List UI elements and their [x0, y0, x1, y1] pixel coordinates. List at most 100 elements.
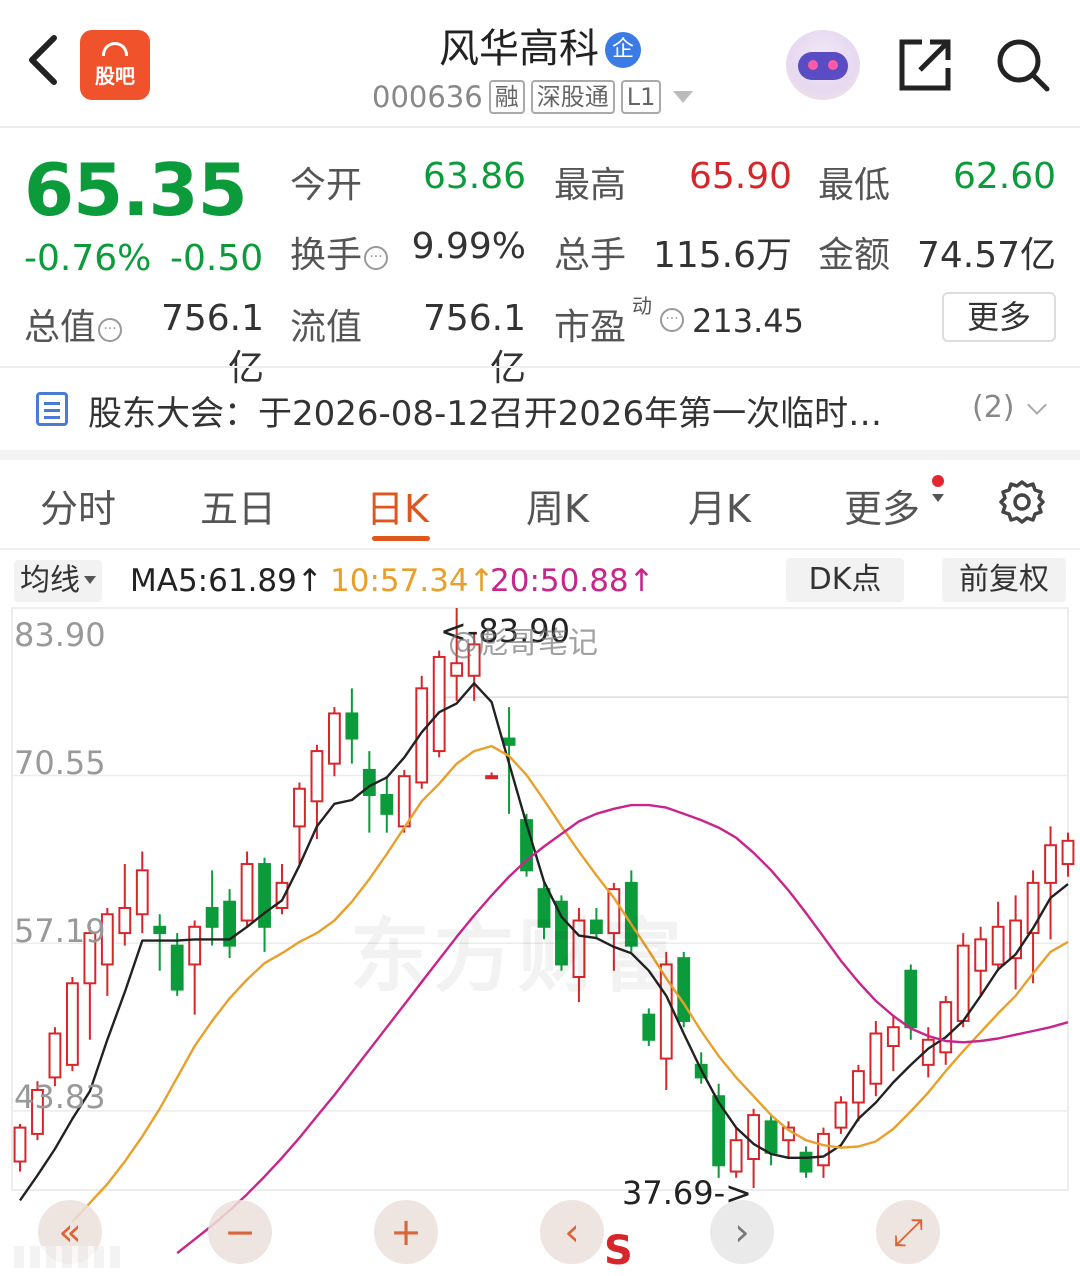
candle-down	[799, 1151, 813, 1173]
dropdown-triangle-icon[interactable]	[673, 91, 694, 103]
eastmoney-watermark: 东方财富	[350, 909, 686, 1003]
sell-signal-marker: S	[604, 1228, 633, 1274]
turnover-value: 9.99%	[411, 226, 526, 267]
shenzhen-connect-tag: 深股通	[530, 80, 615, 114]
info-icon[interactable]: ···	[98, 318, 123, 342]
ai-assistant-robot-icon[interactable]	[786, 30, 860, 100]
candle-up	[1026, 881, 1040, 935]
info-icon[interactable]: ···	[660, 308, 684, 332]
candle-up	[886, 1026, 900, 1048]
move-left-button[interactable]: ‹	[540, 1200, 604, 1264]
change-percent: -0.76%	[24, 238, 152, 279]
candle-down	[642, 1013, 656, 1041]
gear-icon[interactable]	[998, 478, 1046, 526]
candle-down	[170, 944, 184, 991]
tab-intraday[interactable]: 分时	[40, 478, 116, 533]
info-icon[interactable]: ···	[364, 246, 389, 270]
amount-value: 74.57亿	[916, 235, 1056, 276]
low-value: 62.60	[952, 156, 1056, 197]
candle-up	[65, 982, 79, 1066]
dropdown-triangle-icon	[84, 576, 96, 584]
candle-down	[153, 925, 167, 935]
candle-up	[1061, 839, 1075, 866]
volume-label: 总手	[554, 235, 627, 276]
low-label: 最低	[818, 165, 891, 206]
dropdown-triangle-icon	[932, 494, 944, 502]
candle-down	[502, 737, 516, 746]
total-value-label: 总值 ···	[24, 298, 123, 350]
tab-more[interactable]: 更多	[844, 478, 920, 533]
candle-down	[345, 712, 359, 740]
tab-monthly-k[interactable]: 月K	[688, 478, 751, 533]
tab-daily-k[interactable]: 日K	[366, 478, 429, 533]
candle-up	[939, 1001, 953, 1054]
tab-five-day[interactable]: 五日	[200, 478, 276, 533]
document-icon	[36, 392, 68, 426]
open-value: 63.86	[422, 156, 526, 197]
forward-adjust-button[interactable]: 前复权	[942, 558, 1066, 602]
kline-chart[interactable]: 东方财富 83.90 70.55 57.19 43.83 <-83.90 @彪哥…	[0, 600, 1080, 1276]
zoom-in-button[interactable]: +	[374, 1200, 438, 1264]
y-tick-label: 43.83	[14, 1078, 106, 1116]
y-tick-label: 57.19	[14, 912, 106, 950]
stock-code: 000636	[372, 80, 483, 114]
zoom-out-button[interactable]: −	[208, 1200, 272, 1264]
stock-code-row[interactable]: 000636 融 深股通 L1	[372, 80, 694, 114]
pe-dynamic-sup: 动	[632, 294, 652, 318]
candle-down	[205, 906, 219, 928]
tab-weekly-k[interactable]: 周K	[526, 478, 589, 533]
turnover-label: 换手 ···	[290, 226, 389, 278]
candle-up	[869, 1032, 883, 1085]
candle-up	[729, 1139, 743, 1173]
ma10-readout: 10:57.34↑	[330, 563, 495, 599]
ma5-readout: MA5:61.89↑	[130, 563, 323, 599]
notice-count: (2)	[972, 390, 1015, 425]
candle-up	[432, 655, 446, 753]
y-tick-label: 70.55	[14, 744, 106, 782]
candle-down	[380, 794, 394, 815]
shareholder-meeting-notice[interactable]: 股东大会：于2026-08-12召开2026年第一次临时… (2)	[0, 368, 1080, 450]
stock-name: 风华高科	[439, 26, 599, 72]
candle-up	[327, 712, 341, 765]
y-tick-label: 83.90	[14, 616, 106, 654]
move-right-button[interactable]: ›	[710, 1200, 774, 1264]
weibo-watermark: @彪哥笔记	[448, 626, 598, 661]
change-amount: -0.50	[170, 238, 264, 279]
high-label: 最高	[554, 165, 627, 206]
pe-value: 213.45	[692, 302, 804, 340]
high-value: 65.90	[688, 156, 792, 197]
ma20-readout: 20:50.88↑	[490, 563, 655, 599]
search-icon[interactable]	[994, 36, 1052, 94]
share-icon[interactable]	[896, 36, 954, 94]
more-quote-button[interactable]: 更多	[942, 292, 1056, 342]
candle-up	[450, 662, 464, 677]
float-value-label: 流值	[290, 307, 363, 348]
candle-up	[956, 944, 970, 1022]
enterprise-badge: 企	[605, 32, 641, 68]
candle-up	[397, 775, 411, 828]
candle-down	[904, 969, 918, 1029]
divider	[0, 450, 1080, 460]
candle-up	[415, 687, 429, 784]
candle-up	[1044, 844, 1057, 884]
fullscreen-button[interactable]: ⤢	[876, 1200, 940, 1264]
notice-text: 股东大会：于2026-08-12召开2026年第一次临时…	[88, 394, 883, 434]
candle-up	[135, 869, 149, 916]
chevron-down-icon[interactable]	[1027, 395, 1047, 415]
pe-label: 市盈	[554, 307, 627, 348]
ma-selector[interactable]: 均线	[14, 560, 102, 602]
volume-value: 115.6万	[652, 235, 792, 276]
candle-up	[13, 1126, 27, 1163]
dk-point-button[interactable]: DK点	[786, 558, 904, 602]
divider	[0, 548, 1080, 550]
candle-up	[851, 1070, 865, 1104]
candle-up	[310, 750, 324, 803]
candle-up	[240, 863, 254, 922]
candle-up	[991, 925, 1005, 966]
candle-up	[974, 938, 988, 972]
candle-down	[362, 768, 376, 797]
level1-tag: L1	[620, 80, 662, 114]
active-tab-indicator	[372, 536, 430, 541]
candle-up	[817, 1132, 830, 1167]
amount-label: 金额	[818, 235, 891, 276]
